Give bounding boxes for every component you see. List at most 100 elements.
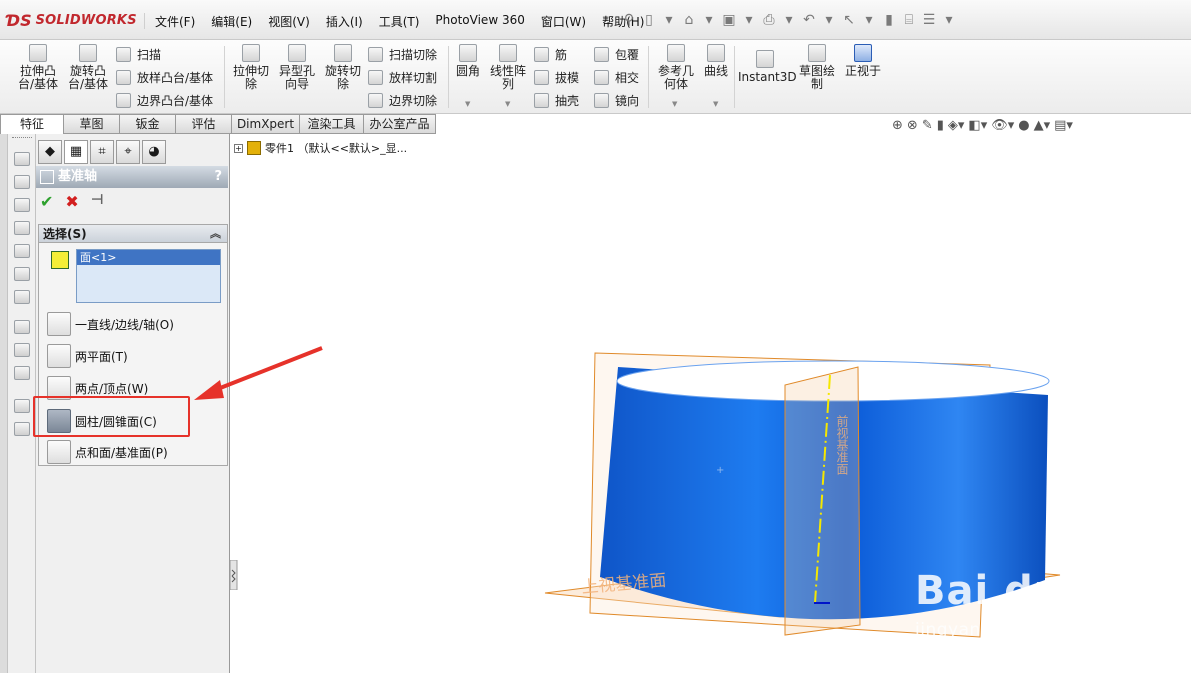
collapse-icon[interactable]: ︽ — [210, 225, 221, 243]
options-icon[interactable]: ☰ — [922, 12, 936, 28]
section-view-icon[interactable]: ▮ — [937, 118, 944, 133]
menu-tools[interactable]: 工具(T) — [371, 13, 428, 30]
tab-sketch[interactable]: 草图 — [64, 114, 120, 134]
extrude-tool-icon[interactable] — [14, 152, 30, 166]
help-icon[interactable]: ? — [214, 166, 222, 188]
extrude-cut-button[interactable]: 拉伸切 除 — [228, 44, 274, 91]
axis-tool-icon[interactable] — [14, 343, 30, 357]
edit-appearance-icon[interactable]: ● — [1018, 118, 1029, 133]
rib-button[interactable]: 筋 — [534, 46, 567, 63]
menu-photoview[interactable]: PhotoView 360 — [427, 13, 532, 30]
tab-evaluate[interactable]: 评估 — [176, 114, 232, 134]
menu-window[interactable]: 窗口(W) — [533, 13, 594, 30]
previous-view-icon[interactable]: ✎ — [922, 118, 933, 133]
display-manager-tab-icon[interactable]: ◕ — [142, 140, 166, 164]
tab-dimxpert[interactable]: DimXpert — [232, 114, 300, 134]
dropdown-icon[interactable]: ▾ — [822, 12, 836, 28]
point-face-icon[interactable] — [47, 440, 71, 464]
dropdown-icon[interactable]: ▾ — [662, 12, 676, 28]
boundary-boss-button[interactable]: 边界凸台/基体 — [116, 92, 213, 109]
ref-geometry-dropdown-icon[interactable]: ▼ — [672, 100, 677, 108]
sketch-button[interactable]: 草图绘 制 — [796, 44, 838, 91]
option-two-planes[interactable]: 两平面(T) — [47, 343, 128, 369]
intersect-button[interactable]: 相交 — [594, 69, 639, 86]
feature-manager-tab-icon[interactable]: ◆ — [38, 140, 62, 164]
copy-tool-icon[interactable] — [14, 399, 30, 413]
apply-scene-icon[interactable]: ▲▾ — [1034, 118, 1051, 133]
selection-group-header[interactable]: 选择(S) ︽ — [39, 225, 227, 243]
tab-office-products[interactable]: 办公室产品 — [364, 114, 436, 134]
linear-pattern-button[interactable]: 线性阵 列 — [486, 44, 530, 91]
zoom-to-fit-icon[interactable]: ⊕ — [892, 118, 903, 133]
menu-edit[interactable]: 编辑(E) — [203, 13, 260, 30]
view-settings-icon[interactable]: ▤▾ — [1054, 118, 1073, 133]
menu-file[interactable]: 文件(F) — [147, 13, 203, 30]
toolbar-grip[interactable] — [12, 137, 32, 140]
revolve-boss-button[interactable]: 旋转凸 台/基体 — [64, 44, 112, 91]
revolve-tool-icon[interactable] — [14, 175, 30, 189]
sweep-tool-icon[interactable] — [14, 267, 30, 281]
dropdown-icon[interactable]: ▾ — [702, 12, 716, 28]
revolve-cut-tool-icon[interactable] — [14, 221, 30, 235]
tab-sheet-metal[interactable]: 钣金 — [120, 114, 176, 134]
menu-view[interactable]: 视图(V) — [260, 13, 318, 30]
cut-tool-icon[interactable] — [14, 198, 30, 212]
property-manager-tab-icon[interactable]: ▦ — [64, 140, 88, 164]
new-file-icon[interactable]: ▯ — [642, 12, 656, 28]
view-orientation-icon[interactable]: ◈▾ — [948, 118, 965, 133]
panel-splitter[interactable] — [230, 560, 238, 590]
select-cursor-icon[interactable]: ↖ — [842, 12, 856, 28]
open-file-icon[interactable]: ⌂ — [682, 12, 696, 28]
pattern-tool-icon[interactable] — [14, 422, 30, 436]
selection-list[interactable]: 面<1> — [76, 249, 221, 303]
zoom-to-area-icon[interactable]: ⊗ — [907, 118, 918, 133]
dropdown-icon[interactable]: ▾ — [742, 12, 756, 28]
pattern-dropdown-icon[interactable]: ▼ — [505, 100, 510, 108]
two-planes-icon[interactable] — [47, 344, 71, 368]
curves-button[interactable]: 曲线 — [700, 44, 732, 78]
wrap-button[interactable]: 包覆 — [594, 46, 639, 63]
configuration-manager-tab-icon[interactable]: ⌗ — [90, 140, 114, 164]
draft-button[interactable]: 拔模 — [534, 69, 579, 86]
fillet-button[interactable]: 圆角 — [452, 44, 484, 78]
hole-wizard-button[interactable]: 异型孔 向导 — [274, 44, 320, 91]
mirror-button[interactable]: 镜向 — [594, 92, 639, 109]
undo-icon[interactable]: ↶ — [802, 12, 816, 28]
loft-cut-button[interactable]: 放样切割 — [368, 69, 437, 86]
dropdown-icon[interactable]: ▾ — [782, 12, 796, 28]
boundary-cut-button[interactable]: 边界切除 — [368, 92, 437, 109]
dropdown-icon[interactable]: ▾ — [942, 12, 956, 28]
print-icon[interactable]: ⎙ — [762, 12, 776, 28]
curves-dropdown-icon[interactable]: ▼ — [713, 100, 718, 108]
measure-tool-icon[interactable] — [14, 366, 30, 380]
fillet-dropdown-icon[interactable]: ▼ — [465, 100, 470, 108]
pushpin-icon[interactable]: ⊣ — [91, 192, 104, 211]
loft-tool-icon[interactable] — [14, 244, 30, 258]
expand-icon[interactable]: + — [234, 143, 243, 153]
option-point-and-face[interactable]: 点和面/基准面(P) — [47, 439, 168, 465]
reference-geometry-button[interactable]: 参考几 何体 — [654, 44, 698, 91]
sweep-button[interactable]: 扫描 — [116, 46, 161, 63]
tab-features[interactable]: 特征 — [0, 114, 64, 134]
ok-check-icon[interactable]: ✔ — [40, 192, 53, 211]
menu-insert[interactable]: 插入(I) — [318, 13, 371, 30]
revolve-cut-button[interactable]: 旋转切 除 — [320, 44, 366, 91]
sketch-tool-icon[interactable] — [14, 320, 30, 334]
tab-render-tools[interactable]: 渲染工具 — [300, 114, 364, 134]
shell-button[interactable]: 抽壳 — [534, 92, 579, 109]
selection-list-item[interactable]: 面<1> — [77, 250, 220, 265]
pin-icon[interactable]: ⚲ — [622, 12, 636, 28]
sweep-cut-button[interactable]: 扫描切除 — [368, 46, 437, 63]
display-style-icon[interactable]: ◧▾ — [968, 118, 987, 133]
dimxpert-manager-tab-icon[interactable]: ⌖ — [116, 140, 140, 164]
cancel-x-icon[interactable]: ✖ — [65, 192, 78, 211]
shell-tool-icon[interactable] — [14, 290, 30, 304]
file-properties-icon[interactable]: ⌸ — [902, 12, 916, 28]
loft-boss-button[interactable]: 放样凸台/基体 — [116, 69, 213, 86]
feature-tree-root[interactable]: + 零件1 （默认<<默认>_显... — [234, 140, 407, 156]
line-edge-axis-icon[interactable] — [47, 312, 71, 336]
rebuild-icon[interactable]: ▮ — [882, 12, 896, 28]
hide-show-items-icon[interactable]: 👁▾ — [991, 118, 1014, 133]
option-line-edge-axis[interactable]: 一直线/边线/轴(O) — [47, 311, 174, 337]
save-icon[interactable]: ▣ — [722, 12, 736, 28]
